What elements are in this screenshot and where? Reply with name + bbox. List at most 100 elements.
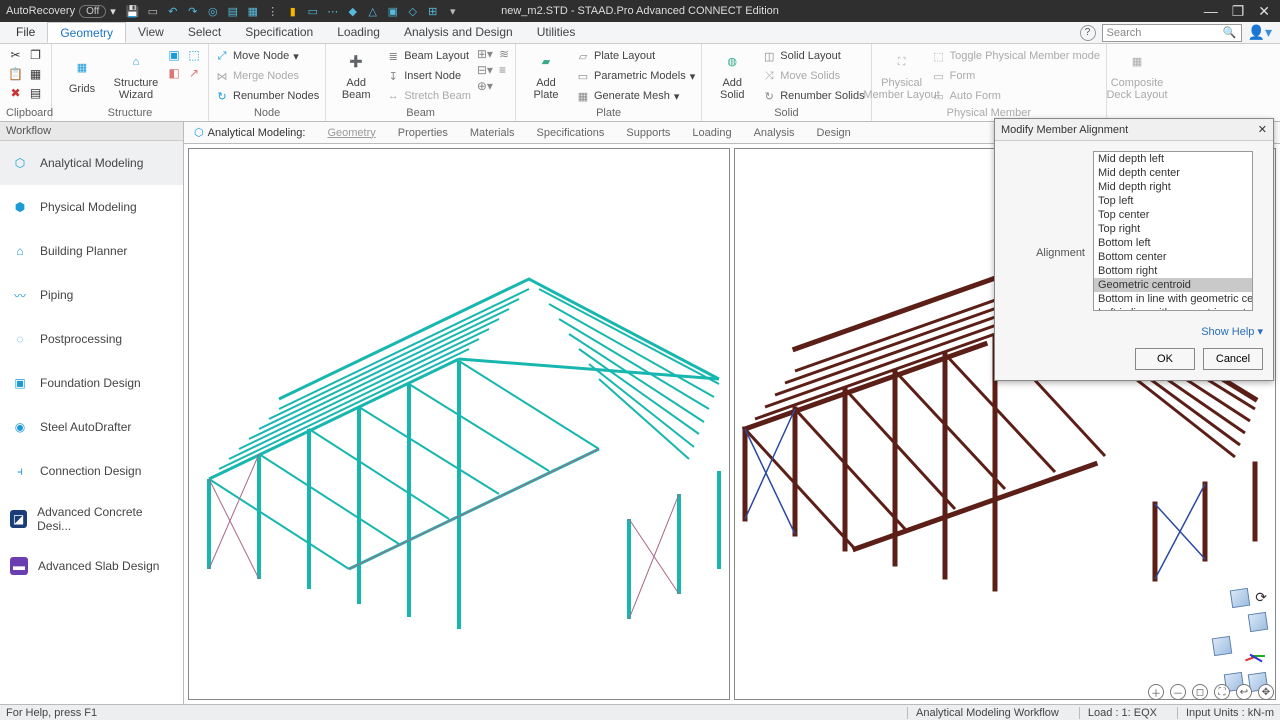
alignment-option[interactable]: Mid depth center <box>1094 166 1252 180</box>
clipboard-icon[interactable]: ▤ <box>28 85 44 101</box>
ok-button[interactable]: OK <box>1135 348 1195 370</box>
workflow-piping[interactable]: 〰Piping <box>0 273 183 317</box>
workflow-foundation-design[interactable]: ▣Foundation Design <box>0 361 183 405</box>
solid-layout-button[interactable]: ◫Solid Layout <box>762 47 864 65</box>
structure-wizard-button[interactable]: ⌂Structure Wizard <box>112 47 160 103</box>
workflow-physical-modeling[interactable]: ⬢Physical Modeling <box>0 185 183 229</box>
add-solid-button[interactable]: ◍Add Solid <box>708 47 756 103</box>
parametric-models-button[interactable]: ▭Parametric Models ▾ <box>576 67 695 85</box>
workflow-connection-design[interactable]: ⫞Connection Design <box>0 449 183 493</box>
subtab-geometry[interactable]: Geometry <box>327 127 375 139</box>
alignment-option[interactable]: Top right <box>1094 222 1252 236</box>
close-button[interactable]: ✕ <box>1258 3 1270 20</box>
beam-tool-icon[interactable]: ≡ <box>499 63 509 77</box>
redo-icon[interactable]: ↷ <box>186 4 200 18</box>
axes-gizmo[interactable] <box>1237 637 1267 667</box>
help-icon[interactable]: ? <box>1080 25 1096 41</box>
renumber-nodes-button[interactable]: ↻Renumber Nodes <box>215 87 319 105</box>
qat-icon[interactable]: ▣ <box>386 4 400 18</box>
save-icon[interactable]: 💾 <box>126 4 140 18</box>
alignment-option[interactable]: Bottom in line with geometric centroid <box>1094 292 1252 306</box>
qat-icon[interactable]: ◇ <box>406 4 420 18</box>
dialog-close-icon[interactable]: ✕ <box>1258 123 1267 136</box>
alignment-option[interactable]: Top center <box>1094 208 1252 222</box>
qat-icon[interactable]: ▭ <box>306 4 320 18</box>
qat-icon[interactable]: ◆ <box>346 4 360 18</box>
tab-utilities[interactable]: Utilities <box>525 22 588 43</box>
search-input[interactable]: Search 🔍 <box>1102 24 1242 42</box>
qat-more-icon[interactable]: ▾ <box>446 4 460 18</box>
beam-tool-icon[interactable]: ⊕▾ <box>477 79 493 93</box>
zoom-extents-icon[interactable]: ⛶ <box>1214 684 1230 700</box>
alignment-option[interactable]: Bottom left <box>1094 236 1252 250</box>
alignment-option[interactable]: Mid depth left <box>1094 152 1252 166</box>
maximize-button[interactable]: ❐ <box>1232 3 1245 20</box>
tab-specification[interactable]: Specification <box>233 22 325 43</box>
tab-loading[interactable]: Loading <box>325 22 392 43</box>
user-menu-icon[interactable]: 👤▾ <box>1248 24 1272 41</box>
alignment-option[interactable]: Geometric centroid <box>1094 278 1252 292</box>
qat-icon[interactable]: ▮ <box>286 4 300 18</box>
qat-icon[interactable]: ⊞ <box>426 4 440 18</box>
beam-tool-icon[interactable]: ⊞▾ <box>477 47 493 61</box>
view-cube-controls[interactable]: ⟳ <box>1213 589 1267 691</box>
view-cube-icon[interactable] <box>1212 636 1233 656</box>
tab-select[interactable]: Select <box>176 22 233 43</box>
structure-icon[interactable]: ▣ <box>166 47 182 63</box>
delete-icon[interactable]: ✖ <box>8 85 24 101</box>
alignment-option[interactable]: Mid depth right <box>1094 180 1252 194</box>
subtab-loading[interactable]: Loading <box>692 127 731 139</box>
structure-icon[interactable]: ◧ <box>166 65 182 81</box>
undo-icon[interactable]: ↶ <box>166 4 180 18</box>
alignment-option[interactable]: Left in line with geometric centroid <box>1094 306 1252 311</box>
subtab-materials[interactable]: Materials <box>470 127 515 139</box>
plate-layout-button[interactable]: ▱Plate Layout <box>576 47 695 65</box>
minimize-button[interactable]: — <box>1204 3 1218 20</box>
paste-icon[interactable]: 📋 <box>8 66 24 82</box>
open-icon[interactable]: ▭ <box>146 4 160 18</box>
generate-mesh-button[interactable]: ▦Generate Mesh ▾ <box>576 87 695 105</box>
workflow-advanced-concrete[interactable]: ◪Advanced Concrete Desi... <box>0 493 183 545</box>
beam-tool-icon[interactable]: ≋ <box>499 47 509 61</box>
insert-node-button[interactable]: ↧Insert Node <box>386 67 471 85</box>
workflow-building-planner[interactable]: ⌂Building Planner <box>0 229 183 273</box>
copy-icon[interactable]: ❐ <box>28 47 44 63</box>
workflow-advanced-slab[interactable]: ▬Advanced Slab Design <box>0 545 183 587</box>
tab-analysis-design[interactable]: Analysis and Design <box>392 22 525 43</box>
tab-geometry[interactable]: Geometry <box>47 22 126 43</box>
alignment-option[interactable]: Top left <box>1094 194 1252 208</box>
alignment-option[interactable]: Bottom right <box>1094 264 1252 278</box>
zoom-window-icon[interactable]: ◻ <box>1192 684 1208 700</box>
viewport-left[interactable] <box>188 148 730 700</box>
structure-icon[interactable]: ⬚ <box>186 47 202 63</box>
view-cube-icon[interactable] <box>1248 612 1269 632</box>
qat-icon[interactable]: △ <box>366 4 380 18</box>
qat-icon[interactable]: ◎ <box>206 4 220 18</box>
qat-icon[interactable]: ⋯ <box>326 4 340 18</box>
show-help-link[interactable]: Show Help ▾ <box>1201 326 1263 338</box>
zoom-previous-icon[interactable]: ↩ <box>1236 684 1252 700</box>
add-beam-button[interactable]: ➕Add Beam <box>332 47 380 103</box>
subtab-analysis[interactable]: Analysis <box>754 127 795 139</box>
workflow-steel-autodrafter[interactable]: ◉Steel AutoDrafter <box>0 405 183 449</box>
zoom-out-icon[interactable]: － <box>1170 684 1186 700</box>
zoom-in-icon[interactable]: ＋ <box>1148 684 1164 700</box>
move-node-button[interactable]: ⤢Move Node ▾ <box>215 47 319 65</box>
pan-icon[interactable]: ✥ <box>1258 684 1274 700</box>
rotate-icon[interactable]: ⟳ <box>1255 589 1267 607</box>
grids-button[interactable]: ▦Grids <box>58 47 106 103</box>
cut-icon[interactable]: ✂ <box>8 47 24 63</box>
structure-icon[interactable]: ↗ <box>186 65 202 81</box>
cancel-button[interactable]: Cancel <box>1203 348 1263 370</box>
subtab-supports[interactable]: Supports <box>626 127 670 139</box>
subtab-design[interactable]: Design <box>817 127 851 139</box>
subtab-specifications[interactable]: Specifications <box>537 127 605 139</box>
alignment-option[interactable]: Bottom center <box>1094 250 1252 264</box>
add-plate-button[interactable]: ▰Add Plate <box>522 47 570 103</box>
qat-icon[interactable]: ▤ <box>226 4 240 18</box>
tab-view[interactable]: View <box>126 22 176 43</box>
workflow-postprocessing[interactable]: ◌Postprocessing <box>0 317 183 361</box>
qat-icon[interactable]: ▦ <box>246 4 260 18</box>
file-tab[interactable]: File <box>4 22 47 43</box>
clipboard-icon[interactable]: ▦ <box>28 66 44 82</box>
